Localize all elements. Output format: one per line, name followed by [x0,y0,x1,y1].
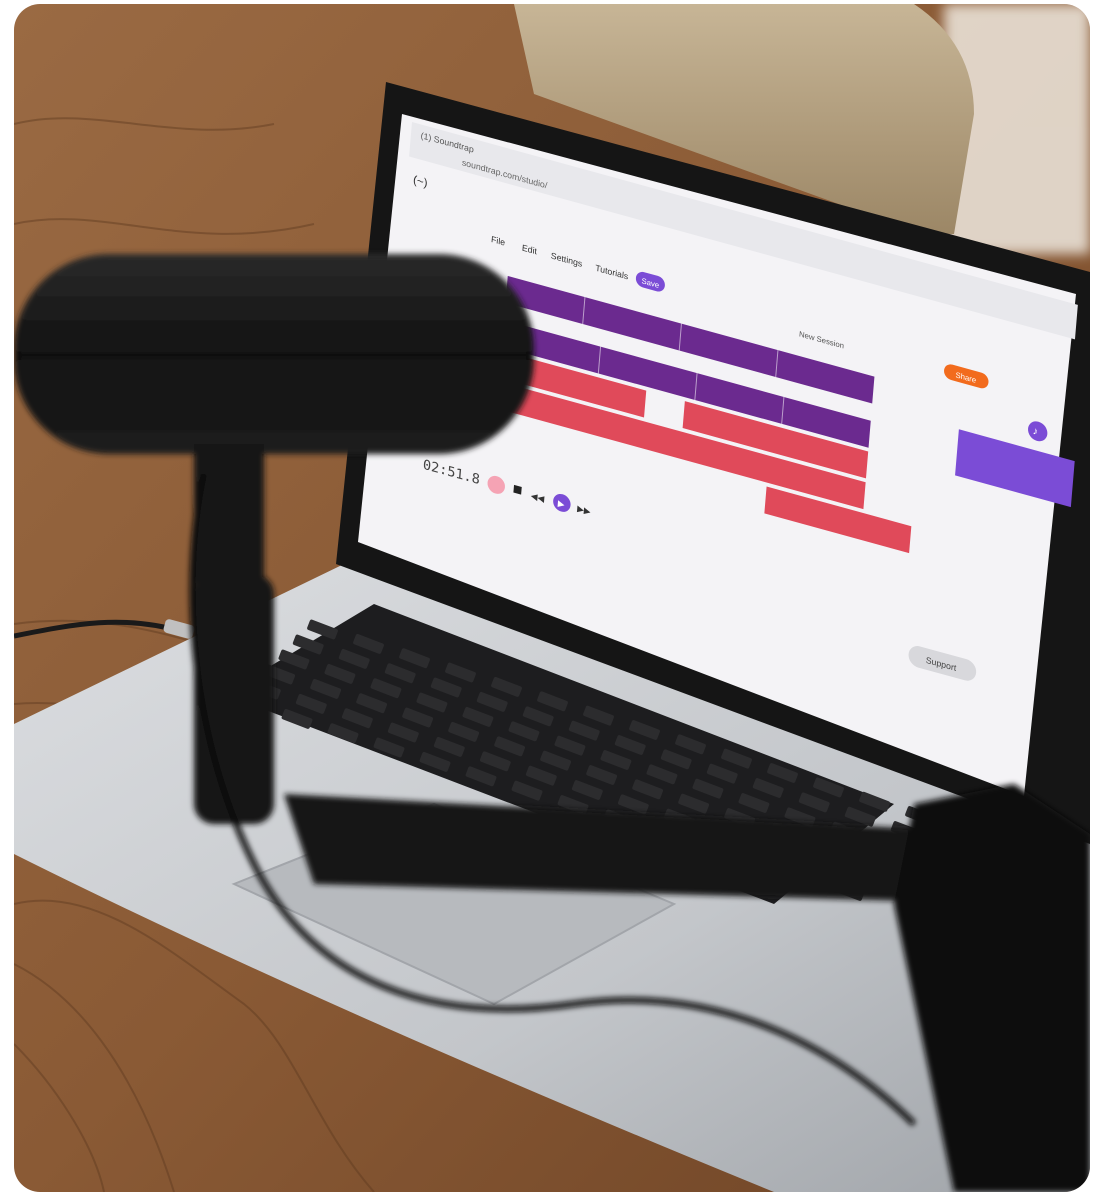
photo-scene: (1) Soundtrap soundtrap.com/studio/ (~) … [0,0,1099,1196]
photo: (1) Soundtrap soundtrap.com/studio/ (~) … [14,4,1090,1192]
mic-stand-arm [194,574,274,824]
microphone-body [14,254,534,454]
play-icon: ▶ [558,498,566,510]
mic-mount [194,444,264,584]
svg-text:♪: ♪ [1032,425,1038,438]
photo-frame: (1) Soundtrap soundtrap.com/studio/ (~) … [14,4,1090,1192]
